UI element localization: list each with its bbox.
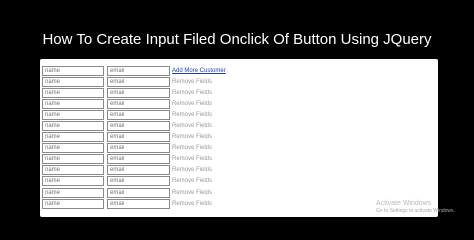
remove-fields-link[interactable]: Remove Fields	[172, 122, 212, 130]
remove-fields-link[interactable]: Remove Fields	[172, 100, 212, 108]
name-input[interactable]	[42, 98, 104, 109]
page-title: How To Create Input Filed Onclick Of But…	[42, 31, 432, 48]
activate-windows-watermark: Activate Windows Go to Settings to activ…	[376, 199, 455, 215]
email-input[interactable]	[107, 143, 170, 154]
remove-fields-link[interactable]: Remove Fields	[172, 189, 212, 197]
customer-row: Remove Fields	[42, 98, 226, 109]
email-input[interactable]	[107, 76, 170, 87]
customer-row: Remove Fields	[42, 154, 226, 165]
name-input[interactable]	[42, 143, 104, 154]
customer-row: Remove Fields	[42, 109, 226, 120]
customer-row: Remove Fields	[42, 76, 226, 87]
customer-row: Remove Fields	[42, 176, 226, 187]
customer-rows: Add More Customer Remove Fields Remove F…	[42, 65, 226, 209]
name-input[interactable]	[42, 165, 104, 176]
customer-row: Remove Fields	[42, 87, 226, 98]
remove-fields-link[interactable]: Remove Fields	[172, 89, 212, 97]
customer-row: Remove Fields	[42, 132, 226, 143]
name-input[interactable]	[42, 76, 104, 87]
email-input[interactable]	[107, 176, 170, 187]
email-input[interactable]	[107, 109, 170, 120]
remove-fields-link[interactable]: Remove Fields	[172, 133, 212, 141]
name-input[interactable]	[42, 87, 104, 98]
customer-row: Add More Customer	[42, 65, 226, 76]
name-input[interactable]	[42, 198, 104, 209]
remove-fields-link[interactable]: Remove Fields	[172, 111, 212, 119]
email-input[interactable]	[107, 165, 170, 176]
name-input[interactable]	[42, 132, 104, 143]
email-input[interactable]	[107, 198, 170, 209]
remove-fields-link[interactable]: Remove Fields	[172, 177, 212, 185]
remove-fields-link[interactable]: Remove Fields	[172, 155, 212, 163]
name-input[interactable]	[42, 65, 104, 76]
name-input[interactable]	[42, 176, 104, 187]
remove-fields-link[interactable]: Remove Fields	[172, 78, 212, 86]
email-input[interactable]	[107, 132, 170, 143]
customer-row: Remove Fields	[42, 120, 226, 132]
customer-form-panel: Add More Customer Remove Fields Remove F…	[40, 59, 438, 217]
name-input[interactable]	[42, 121, 104, 132]
email-input[interactable]	[107, 87, 170, 98]
name-input[interactable]	[42, 109, 104, 120]
remove-fields-link[interactable]: Remove Fields	[172, 144, 212, 152]
email-input[interactable]	[107, 154, 170, 165]
customer-row: Remove Fields	[42, 165, 226, 176]
customer-row: Remove Fields	[42, 187, 226, 198]
email-input[interactable]	[107, 121, 170, 132]
add-more-customer-link[interactable]: Add More Customer	[172, 67, 226, 75]
remove-fields-link[interactable]: Remove Fields	[172, 200, 212, 208]
customer-row: Remove Fields	[42, 143, 226, 154]
email-input[interactable]	[107, 187, 170, 198]
remove-fields-link[interactable]: Remove Fields	[172, 166, 212, 174]
email-input[interactable]	[107, 98, 170, 109]
watermark-title: Activate Windows	[376, 200, 432, 207]
email-input[interactable]	[107, 65, 170, 76]
watermark-subtitle: Go to Settings to activate Windows.	[376, 208, 455, 214]
name-input[interactable]	[42, 154, 104, 165]
name-input[interactable]	[42, 187, 104, 198]
customer-row: Remove Fields	[42, 198, 226, 209]
